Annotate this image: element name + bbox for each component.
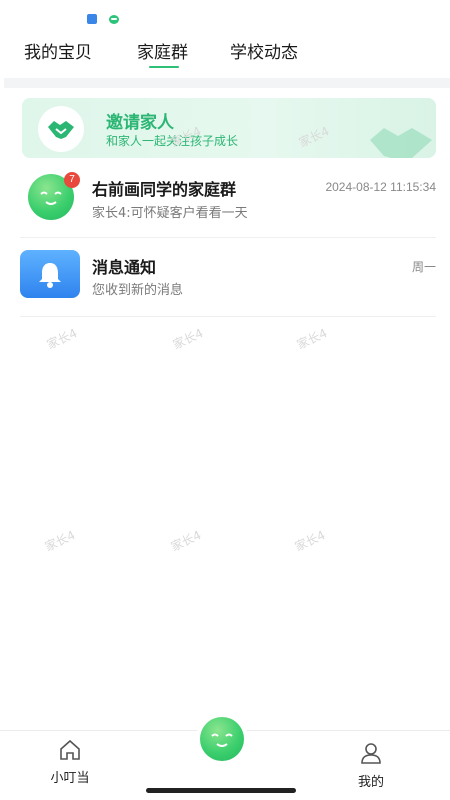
list-item-notifications[interactable]: 消息通知 周一 您收到新的消息	[20, 246, 436, 308]
unread-badge: 7	[64, 172, 80, 188]
watermark: 家长4	[168, 527, 204, 554]
watermark: 家长4	[294, 325, 330, 352]
invite-title: 邀请家人	[106, 113, 174, 133]
top-tabs: 我的宝贝 家庭群 学校动态	[0, 38, 450, 74]
watermark: 家长4	[42, 527, 78, 554]
bell-icon	[20, 250, 80, 298]
nav-home[interactable]: 小叮当	[40, 737, 100, 787]
list-item-family-group[interactable]: 7 右前画同学的家庭群 2024-08-12 11:15:34 家长4:可怀疑客…	[20, 168, 436, 232]
invite-family-banner[interactable]: 邀请家人 和家人一起关注孩子成长	[22, 98, 436, 158]
chat-time: 2024-08-12 11:15:34	[325, 180, 436, 194]
user-icon	[361, 743, 381, 764]
chat-time: 周一	[411, 260, 436, 274]
handshake-decoration-icon	[370, 128, 432, 158]
watermark: 家长4	[292, 527, 328, 554]
tab-school-news[interactable]: 学校动态	[230, 38, 298, 63]
app-notification-icon	[87, 14, 97, 24]
section-divider	[4, 78, 450, 88]
center-app-button[interactable]	[200, 717, 244, 761]
tab-family-group[interactable]: 家庭群	[137, 38, 188, 63]
face-icon	[211, 733, 233, 747]
nav-home-label: 小叮当	[50, 771, 90, 786]
nav-mine-label: 我的	[357, 775, 384, 790]
watermark: 家长4	[170, 325, 206, 352]
watermark: 家长4	[44, 325, 80, 352]
home-icon	[60, 739, 80, 760]
chat-title: 消息通知	[92, 258, 157, 277]
wechat-notification-icon	[109, 15, 119, 24]
status-bar	[0, 0, 450, 36]
chat-preview: 家长4:可怀疑客户看看一天	[92, 206, 248, 221]
active-tab-indicator	[149, 66, 179, 68]
chat-title: 右前画同学的家庭群	[92, 180, 237, 199]
tab-my-baby[interactable]: 我的宝贝	[24, 38, 92, 63]
chat-preview: 您收到新的消息	[92, 283, 184, 298]
list-divider	[20, 316, 436, 317]
list-divider	[20, 237, 436, 238]
nav-mine[interactable]: 我的	[343, 737, 399, 790]
handshake-icon	[38, 106, 84, 152]
home-indicator	[146, 788, 296, 793]
